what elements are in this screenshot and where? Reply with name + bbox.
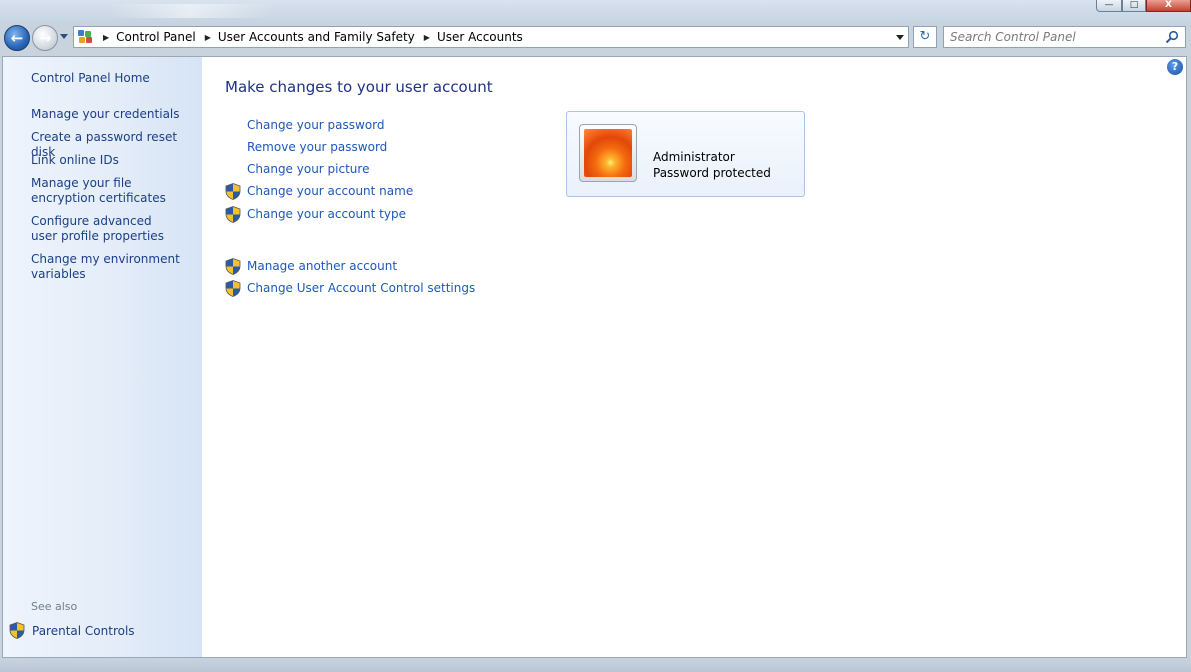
search-box[interactable] bbox=[943, 26, 1186, 48]
sidebar-item-link-online-ids[interactable]: Link online IDs bbox=[31, 153, 196, 168]
control-panel-icon bbox=[78, 30, 94, 44]
refresh-button[interactable]: ↻ bbox=[913, 26, 937, 48]
sidebar-item-manage-credentials[interactable]: Manage your credentials bbox=[31, 107, 196, 122]
forward-arrow-icon: → bbox=[38, 29, 52, 47]
title-bar: — □ X bbox=[0, 0, 1191, 22]
see-also-heading: See also bbox=[31, 600, 78, 613]
breadcrumb-separator-icon[interactable]: ▶ bbox=[205, 33, 211, 42]
change-uac-settings-link[interactable]: Change User Account Control settings bbox=[247, 281, 475, 295]
task-sidebar: Control Panel Home Manage your credentia… bbox=[3, 57, 202, 657]
change-account-type-link[interactable]: Change your account type bbox=[247, 207, 406, 221]
content-area: Control Panel Home Manage your credentia… bbox=[2, 56, 1187, 658]
remove-password-link[interactable]: Remove your password bbox=[247, 140, 387, 154]
maximize-button[interactable]: □ bbox=[1122, 0, 1146, 12]
user-picture bbox=[579, 124, 637, 182]
search-icon[interactable] bbox=[1165, 30, 1179, 44]
address-bar[interactable]: ▶ Control Panel ▶ User Accounts and Fami… bbox=[73, 26, 909, 48]
user-account-card: Administrator Password protected bbox=[566, 111, 805, 197]
back-button[interactable]: ← bbox=[4, 25, 30, 51]
forward-button[interactable]: → bbox=[32, 25, 58, 51]
breadcrumb-separator-icon[interactable]: ▶ bbox=[424, 33, 430, 42]
uac-shield-icon bbox=[225, 206, 241, 223]
uac-shield-icon bbox=[225, 183, 241, 200]
recent-pages-dropdown-icon[interactable] bbox=[60, 34, 68, 39]
user-name: Administrator bbox=[653, 150, 735, 164]
uac-shield-icon bbox=[9, 622, 25, 639]
back-arrow-icon: ← bbox=[10, 29, 24, 47]
change-password-link[interactable]: Change your password bbox=[247, 118, 385, 132]
address-dropdown-icon[interactable] bbox=[896, 35, 904, 40]
uac-shield-icon bbox=[225, 258, 241, 275]
manage-another-account-link[interactable]: Manage another account bbox=[247, 259, 397, 273]
search-input[interactable] bbox=[950, 29, 1160, 45]
breadcrumb-user-accounts-family-safety[interactable]: User Accounts and Family Safety bbox=[218, 30, 415, 44]
window-controls: — □ X bbox=[1096, 0, 1191, 12]
sidebar-item-control-panel-home[interactable]: Control Panel Home bbox=[31, 71, 196, 86]
user-status: Password protected bbox=[653, 166, 771, 180]
uac-shield-icon bbox=[225, 280, 241, 297]
breadcrumb-separator-icon[interactable]: ▶ bbox=[103, 33, 109, 42]
sidebar-item-file-encryption-certificates[interactable]: Manage your file encryption certificates bbox=[31, 176, 191, 206]
sidebar-item-parental-controls[interactable]: Parental Controls bbox=[9, 622, 135, 639]
help-icon[interactable]: ? bbox=[1167, 59, 1183, 75]
navigation-bar: ← → ▶ Control Panel ▶ User Accounts and … bbox=[0, 22, 1191, 54]
close-button[interactable]: X bbox=[1146, 0, 1191, 12]
sidebar-item-label: Parental Controls bbox=[32, 623, 135, 638]
minimize-button[interactable]: — bbox=[1096, 0, 1122, 12]
flower-photo bbox=[584, 129, 632, 177]
title-bar-glow bbox=[110, 4, 270, 18]
sidebar-item-environment-variables[interactable]: Change my environment variables bbox=[31, 252, 181, 282]
breadcrumb-user-accounts[interactable]: User Accounts bbox=[437, 30, 523, 44]
page-title: Make changes to your user account bbox=[225, 78, 493, 96]
change-picture-link[interactable]: Change your picture bbox=[247, 162, 369, 176]
window-bottom-border bbox=[0, 658, 1191, 672]
change-account-name-link[interactable]: Change your account name bbox=[247, 184, 413, 198]
breadcrumb-control-panel[interactable]: Control Panel bbox=[116, 30, 196, 44]
sidebar-item-advanced-profile-properties[interactable]: Configure advanced user profile properti… bbox=[31, 214, 181, 244]
